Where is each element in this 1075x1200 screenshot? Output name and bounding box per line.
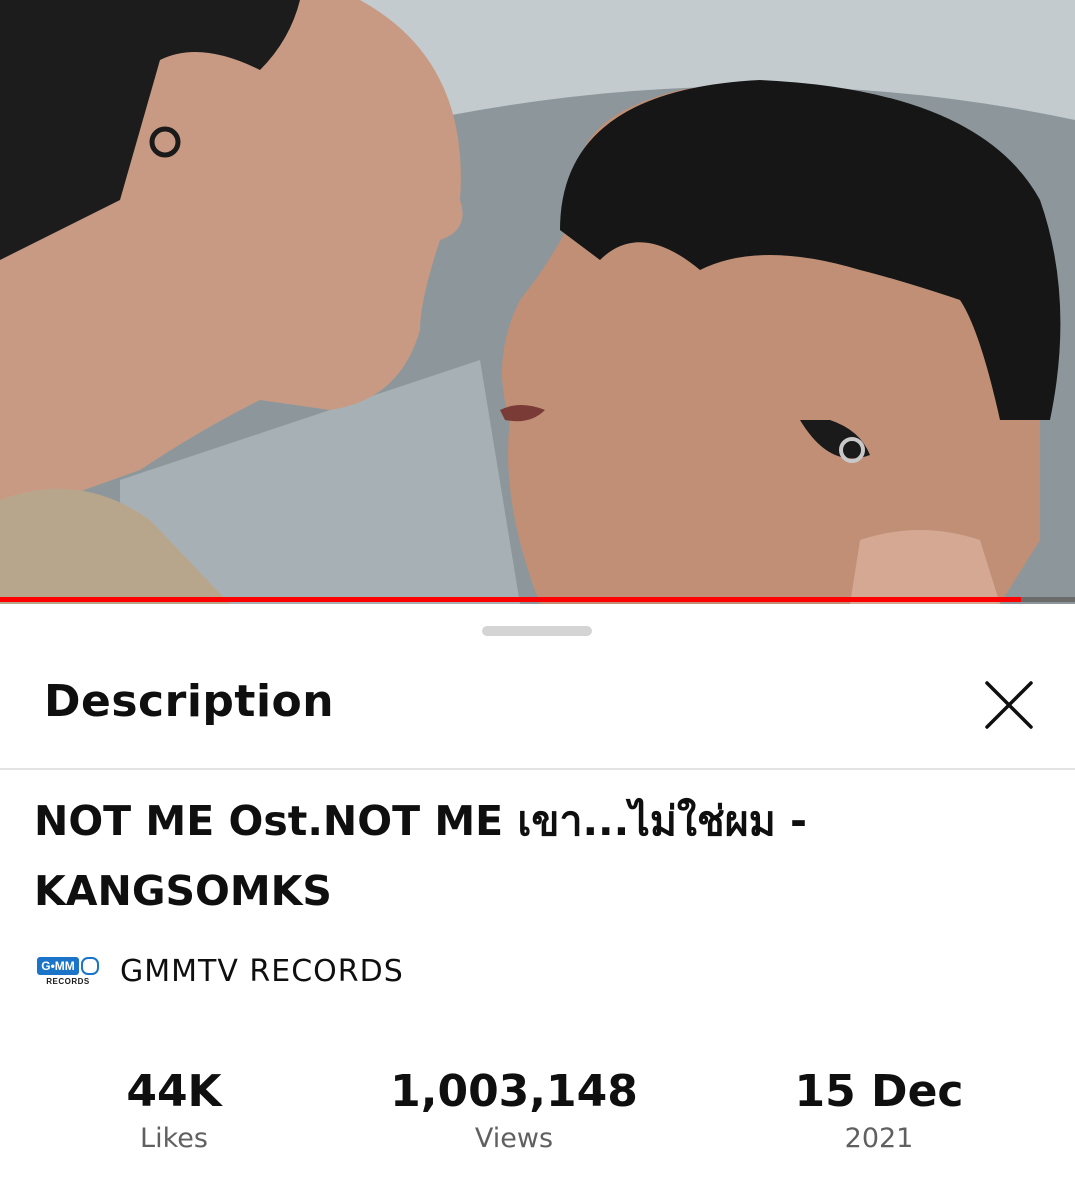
channel-logo-text: G•MM [37, 956, 79, 975]
sheet-divider [0, 768, 1075, 770]
description-sheet: Description NOT ME Ost.NOT ME เขา...ไม่ใ… [0, 604, 1075, 1200]
channel-logo-subtext: RECORDS [46, 976, 90, 986]
close-button[interactable] [976, 672, 1042, 738]
likes-count: 44K [126, 1066, 222, 1117]
video-progress-fill [0, 597, 1022, 602]
upload-year: 2021 [844, 1123, 914, 1154]
channel-name[interactable]: GMMTV RECORDS [120, 954, 404, 989]
channel-row[interactable]: G•MM RECORDS GMMTV RECORDS [37, 950, 404, 992]
video-title: NOT ME Ost.NOT ME เขา...ไม่ใช่ผม - KANGS… [34, 797, 808, 915]
channel-avatar[interactable]: G•MM RECORDS [37, 950, 99, 992]
date-stat: 15 Dec 2021 [749, 1066, 1009, 1156]
channel-logo-mark [80, 956, 99, 975]
close-icon [985, 681, 1033, 729]
views-label: Views [474, 1123, 554, 1154]
video-frame-image [0, 0, 1075, 604]
sheet-title: Description [44, 676, 335, 727]
sheet-drag-handle[interactable] [482, 626, 592, 636]
likes-label: Likes [140, 1123, 208, 1154]
views-count: 1,003,148 [390, 1066, 638, 1117]
upload-date: 15 Dec [794, 1066, 964, 1117]
video-progress-bar[interactable] [0, 597, 1075, 602]
video-player[interactable] [0, 0, 1075, 604]
likes-stat: 44K Likes [44, 1066, 304, 1156]
views-stat: 1,003,148 Views [384, 1066, 644, 1156]
